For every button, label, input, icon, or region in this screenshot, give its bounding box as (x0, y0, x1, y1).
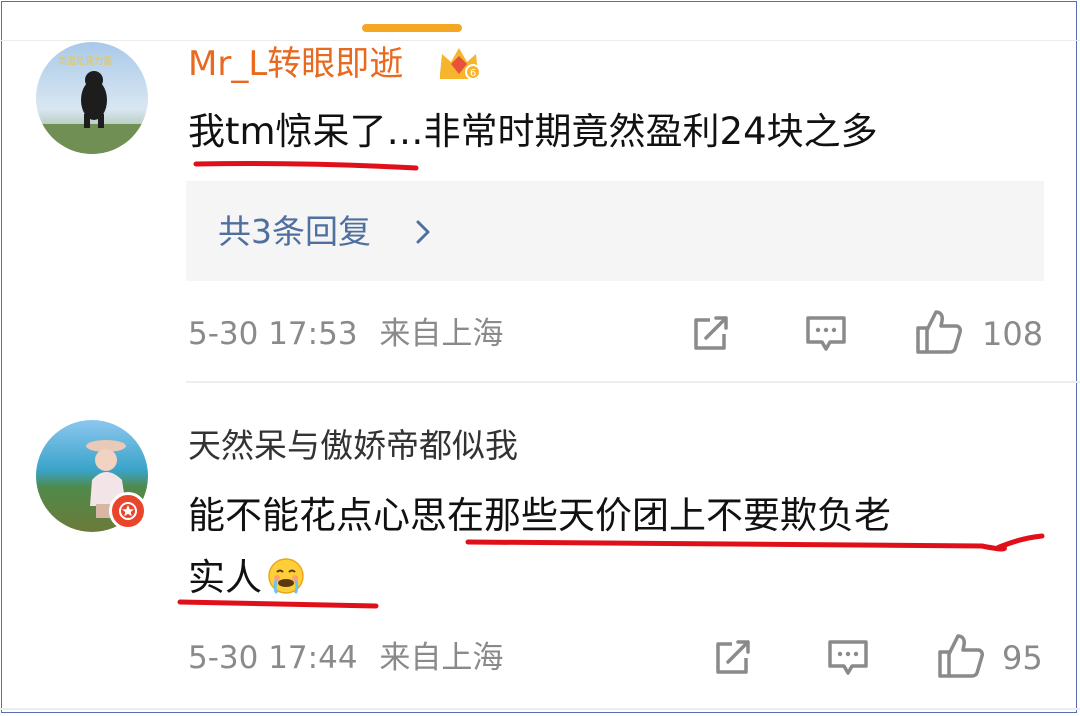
verified-badge-icon (109, 492, 147, 530)
comment-meta: 5-30 17:53 来自上海 (188, 314, 503, 354)
comment-icon[interactable] (804, 314, 848, 354)
share-icon[interactable] (712, 638, 754, 678)
username[interactable]: 天然呆与傲娇帝都似我 (188, 426, 518, 466)
location: 来自上海 (379, 640, 504, 676)
timestamp: 5-30 17:44 (188, 640, 358, 676)
username[interactable]: Mr_L转眼即逝 (188, 44, 403, 84)
vip-crown-icon: 6 (440, 48, 481, 80)
avatar[interactable]: 高温给我力量 (36, 42, 148, 154)
svg-text:6: 6 (470, 68, 476, 79)
comment-text: 我tm惊呆了…非常时期竟然盈利24块之多 (188, 110, 878, 153)
annotation-underline (177, 599, 379, 609)
smiley-emoji-icon (268, 558, 304, 595)
top-divider (0, 40, 1080, 41)
like-count: 95 (1002, 639, 1043, 677)
comment-text-line-2-text: 实人 (188, 556, 262, 599)
thumbs-up-icon[interactable] (936, 632, 986, 680)
comment-divider (186, 381, 1080, 383)
bottom-divider (0, 708, 1080, 710)
annotation-underline (465, 533, 1045, 552)
scroll-indicator (362, 24, 462, 32)
view-replies-link[interactable]: 共3条回复 (218, 212, 371, 252)
comment-meta: 5-30 17:44 来自上海 (188, 638, 503, 678)
like-count: 108 (982, 315, 1044, 353)
timestamp: 5-30 17:53 (188, 316, 358, 352)
comment-icon[interactable] (826, 638, 870, 678)
chevron-right-icon[interactable] (412, 219, 434, 245)
thumbs-up-icon[interactable] (914, 308, 964, 356)
annotation-underline (193, 161, 419, 171)
avatar-caption: 高温给我力量 (58, 57, 113, 67)
share-icon[interactable] (690, 314, 732, 354)
location: 来自上海 (379, 316, 504, 352)
